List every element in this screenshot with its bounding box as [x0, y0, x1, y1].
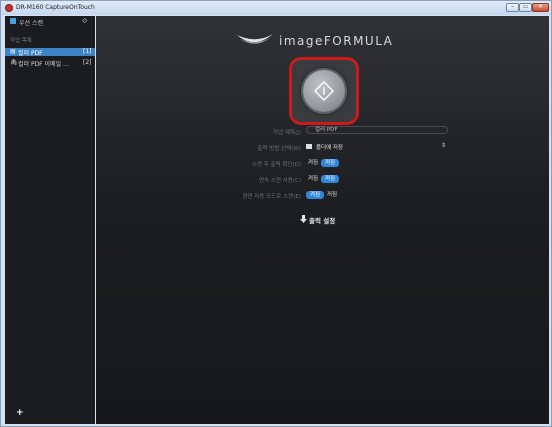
sidebar-item-color-pdf-email[interactable]: 🖇 컬러 PDF 이메일 ... [2]	[5, 59, 95, 68]
toggle-off-option[interactable]: 켜짐	[306, 175, 320, 183]
continuous-scan-label: 연속 스캔 사용(C)	[259, 178, 301, 184]
paperclip-icon: 🖇	[10, 59, 18, 66]
job-list-heading: 작업 목록	[10, 38, 32, 44]
sidebar-item-color-pdf[interactable]: ▤ 컬러 PDF [1]	[5, 48, 95, 57]
title-bar[interactable]: DR-M160 CaptureOnTouch – ▭ ✕	[1, 1, 551, 15]
settings-diamond-icon[interactable]: ⟐	[82, 17, 88, 26]
toggle-on-option[interactable]: 켜짐	[306, 191, 324, 199]
output-method-label: 출력 방법 선택(W)	[257, 146, 301, 152]
window-title: DR-M160 CaptureOnTouch	[16, 4, 95, 11]
auto-start-label: 향연 자동 모드로 스캔(E)	[242, 194, 301, 200]
maximize-button[interactable]: ▭	[519, 3, 532, 12]
sidebar-item-count: [1]	[83, 48, 92, 55]
sidebar: 우선 스캔 ⟐ 작업 목록 ▤ 컬러 PDF [1] 🖇 컬러 PDF 이메일 …	[5, 16, 95, 424]
main-panel: imageFORMULA 작업 제목(J) 컬러 PDF 출력 방법 선택(W)…	[96, 16, 549, 424]
sidebar-header-label: 우선 스캔	[19, 20, 43, 27]
continuous-scan-toggle[interactable]: 켜짐 꺼짐	[306, 175, 340, 183]
toggle-off-option[interactable]: 꺼짐	[325, 191, 339, 199]
sidebar-item-label: 컬러 PDF 이메일 ...	[18, 61, 69, 68]
job-name-label: 작업 제목(J)	[273, 130, 301, 136]
output-method-select[interactable]: 폴더에 저장 ⇕	[306, 142, 448, 151]
confirm-scan-toggle[interactable]: 켜짐 꺼짐	[306, 159, 340, 167]
start-scan-button[interactable]	[303, 70, 345, 112]
add-job-button[interactable]: +	[16, 408, 24, 418]
output-method-value: 폴더에 저장	[316, 145, 344, 151]
close-icon: ✕	[537, 3, 544, 10]
sidebar-item-count: [2]	[83, 59, 92, 66]
confirm-scan-label: 스캔 후 출력 확인(D)	[251, 162, 301, 168]
confirm-scan-row: 스캔 후 출력 확인(D)	[96, 159, 301, 169]
close-button[interactable]: ✕	[532, 3, 549, 12]
toggle-on-option[interactable]: 꺼짐	[321, 159, 339, 167]
app-icon	[5, 4, 13, 12]
job-name-row: 작업 제목(J)	[96, 127, 301, 137]
toggle-on-option[interactable]: 꺼짐	[321, 175, 339, 183]
auto-start-toggle[interactable]: 켜짐 꺼짐	[306, 191, 340, 199]
job-name-input[interactable]: 컬러 PDF	[306, 126, 448, 134]
output-settings-label: 출력 설정	[309, 217, 336, 225]
continuous-scan-row: 연속 스캔 사용(C)	[96, 175, 301, 185]
brand-text: imageFORMULA	[279, 34, 394, 48]
output-settings-button[interactable]: 출력 설정	[300, 214, 358, 225]
imageformula-logo: imageFORMULA	[236, 30, 411, 52]
sidebar-header-priority-scan[interactable]: 우선 스캔 ⟐	[5, 16, 95, 27]
output-method-row: 출력 방법 선택(W)	[96, 143, 301, 153]
app-window: DR-M160 CaptureOnTouch – ▭ ✕ 우선 스캔 ⟐ 작업 …	[0, 0, 552, 427]
start-icon	[314, 81, 334, 101]
minimize-icon: –	[511, 3, 514, 10]
sidebar-item-label: 컬러 PDF	[18, 50, 43, 57]
download-arrow-icon	[300, 215, 307, 223]
toggle-off-option[interactable]: 켜짐	[306, 159, 320, 167]
document-icon: ▤	[10, 48, 16, 55]
maximize-icon: ▭	[522, 3, 529, 10]
minimize-button[interactable]: –	[506, 3, 519, 12]
swoosh-icon	[237, 34, 273, 44]
scan-icon	[10, 18, 16, 24]
updown-arrow-icon: ⇕	[440, 142, 446, 149]
auto-start-row: 향연 자동 모드로 스캔(E)	[96, 191, 301, 201]
start-button-highlight	[289, 57, 359, 125]
folder-icon	[306, 144, 312, 149]
